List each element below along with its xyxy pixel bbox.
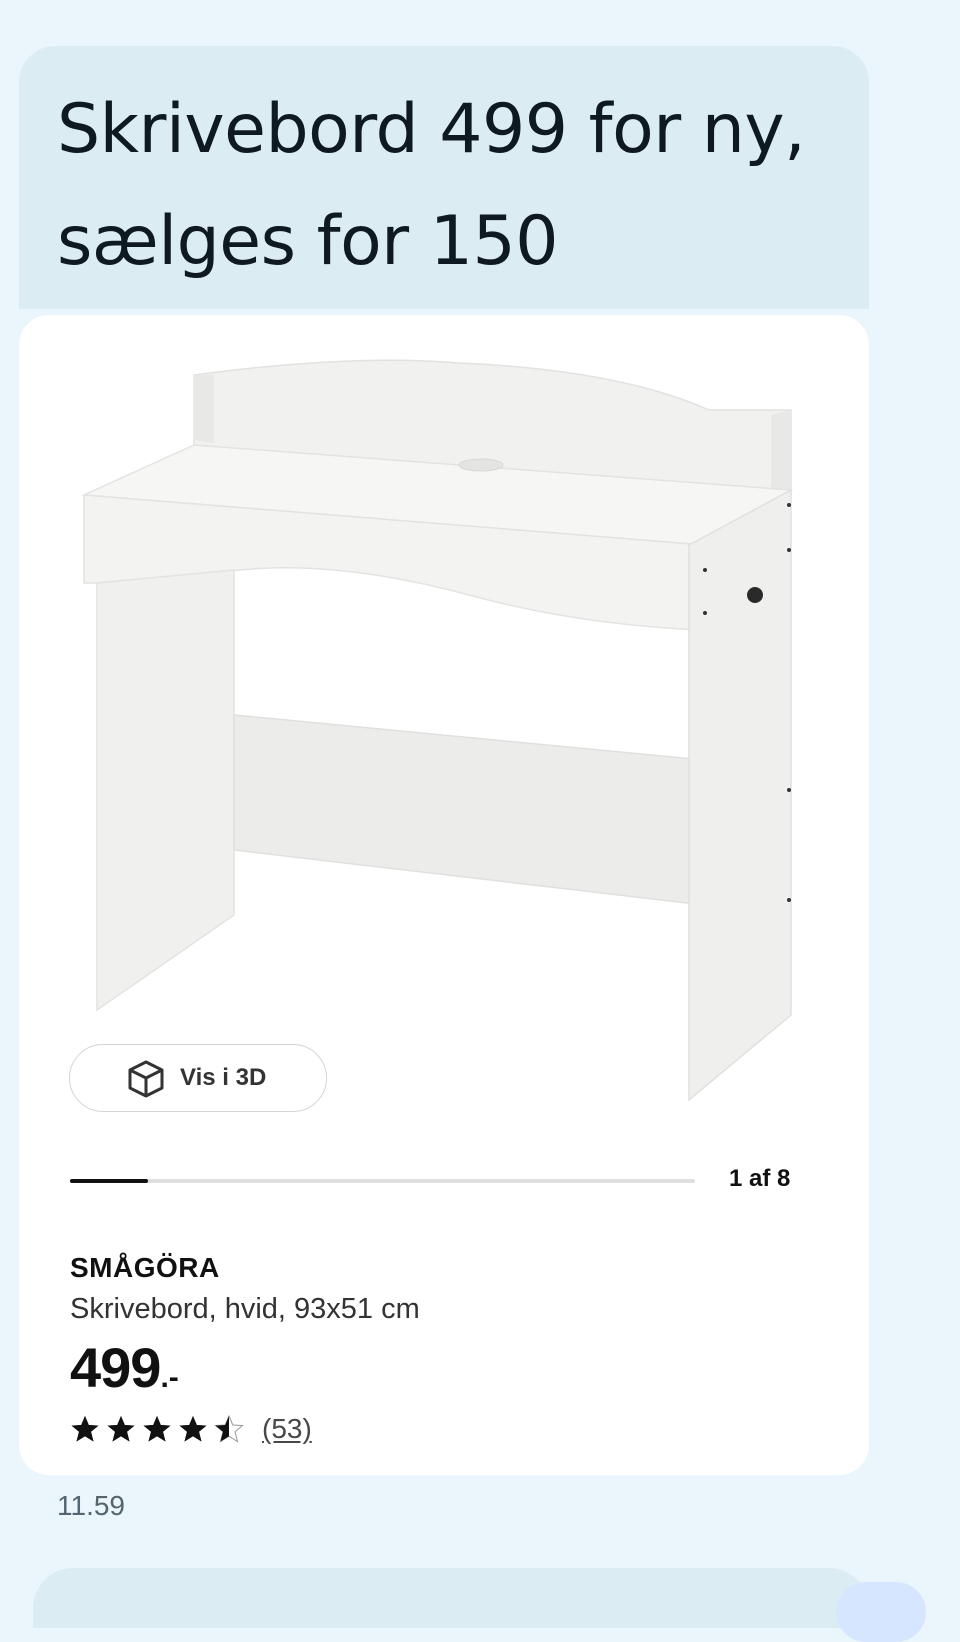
star-icon	[71, 1416, 99, 1442]
message-text: Skrivebord 499 for ny, sælges for 150	[57, 90, 806, 281]
product-link-card[interactable]: Vis i 3D 1 af 8 SMÅGÖRA Skrivebord, hvid…	[19, 315, 869, 1475]
image-counter: 1 af 8	[729, 1165, 791, 1192]
product-name[interactable]: SMÅGÖRA	[70, 1252, 220, 1284]
view-in-3d-button[interactable]: Vis i 3D	[69, 1044, 327, 1112]
message-timestamp: 11.59	[57, 1490, 125, 1521]
next-message-avatar	[836, 1582, 926, 1642]
product-description: Skrivebord, hvid, 93x51 cm	[70, 1293, 420, 1325]
price-main: 499	[70, 1336, 161, 1399]
product-price: 499.-	[70, 1335, 179, 1400]
star-icon	[214, 1414, 244, 1443]
next-message-bubble[interactable]	[33, 1568, 869, 1628]
desk-product-image	[81, 359, 794, 1102]
view-in-3d-label: Vis i 3D	[180, 1064, 267, 1091]
star-icon	[179, 1416, 207, 1442]
rating-stars[interactable]: (53)	[70, 1412, 312, 1446]
gallery-progress-fill	[70, 1179, 149, 1183]
review-count-link[interactable]: (53)	[262, 1413, 312, 1445]
star-icon	[107, 1416, 135, 1442]
cube-3d-icon	[128, 1060, 164, 1098]
price-suffix: .-	[160, 1361, 179, 1394]
gallery-progress-track[interactable]	[70, 1179, 695, 1183]
star-icon	[143, 1416, 171, 1442]
message-bubble[interactable]: Skrivebord 499 for ny, sælges for 150	[19, 46, 869, 309]
